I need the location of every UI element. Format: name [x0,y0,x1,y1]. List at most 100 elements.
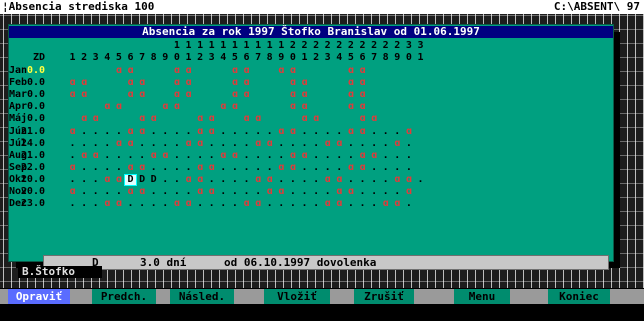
day-cell[interactable]: . [79,162,90,173]
day-cell[interactable]: . [90,187,101,197]
day-cell[interactable]: . [206,138,217,149]
day-cell[interactable]: . [253,126,264,137]
day-cell[interactable]: ɑ [369,114,380,124]
day-cell[interactable]: . [380,138,391,149]
day-cell[interactable]: ɑ [79,150,90,161]
day-cell[interactable]: . [253,162,264,173]
day-cell[interactable]: . [357,199,368,209]
day-cell[interactable]: ɑ [357,150,368,161]
day-cell[interactable]: . [102,150,113,161]
day-cell[interactable]: ɑ [380,199,391,209]
day-cell[interactable]: ɑ [253,114,264,124]
day-cell[interactable]: . [299,174,310,185]
day-cell[interactable]: . [183,187,194,197]
day-cell[interactable]: ɑ [137,114,148,124]
day-cell[interactable]: . [148,199,159,209]
day-cell[interactable]: . [160,162,171,173]
day-cell[interactable]: ɑ [345,162,356,173]
day-cell[interactable]: ɑ [137,162,148,173]
day-cell[interactable]: . [392,162,403,173]
day-cell[interactable]: ɑ [276,162,287,173]
day-cell[interactable]: . [160,138,171,149]
day-cell[interactable]: ɑ [195,174,206,185]
day-cell[interactable]: ɑ [125,162,136,173]
day-cell[interactable]: ɑ [195,126,206,137]
day-cell[interactable]: . [90,174,101,185]
day-cell[interactable]: ɑ [67,78,78,88]
day-cell[interactable]: ɑ [125,187,136,197]
day-cell[interactable]: . [345,174,356,185]
day-cell[interactable]: ɑ [287,78,298,88]
day-cell[interactable]: ɑ [345,90,356,100]
day-cell[interactable]: ɑ [79,114,90,124]
day-cell[interactable]: ɑ [241,90,252,100]
day-cell[interactable]: ɑ [113,138,124,149]
day-cell[interactable]: . [241,174,252,185]
day-cell[interactable]: ɑ [171,78,182,88]
function-button-nsled[interactable]: Násled. [170,289,234,304]
day-cell[interactable]: ɑ [125,126,136,137]
day-cell[interactable]: . [311,150,322,161]
day-cell[interactable]: . [334,162,345,173]
day-cell[interactable]: . [137,150,148,161]
day-cell[interactable]: ɑ [218,102,229,112]
day-cell[interactable]: ɑ [229,90,240,100]
day-cell[interactable]: ɑ [229,78,240,88]
day-cell[interactable]: . [102,187,113,197]
day-cell[interactable]: . [287,199,298,209]
day-cell[interactable]: . [160,174,171,185]
day-cell[interactable]: ɑ [206,187,217,197]
day-cell[interactable]: ɑ [67,126,78,137]
day-cell[interactable]: . [171,138,182,149]
day-cell[interactable]: . [229,138,240,149]
day-cell[interactable]: ɑ [299,90,310,100]
day-cell[interactable]: . [102,138,113,149]
day-cell[interactable]: . [322,150,333,161]
day-cell[interactable]: . [113,126,124,137]
day-cell[interactable]: ɑ [67,90,78,100]
day-cell[interactable]: . [125,199,136,209]
day-cell[interactable]: . [369,199,380,209]
day-cell[interactable]: . [357,174,368,185]
day-cell[interactable]: D [137,174,148,185]
day-cell[interactable]: . [171,162,182,173]
day-cell[interactable]: . [102,162,113,173]
day-cell[interactable]: ɑ [195,114,206,124]
day-cell[interactable]: ɑ [90,150,101,161]
day-cell[interactable]: . [380,162,391,173]
day-cell[interactable]: . [195,199,206,209]
day-cell[interactable]: . [67,199,78,209]
day-cell[interactable]: ɑ [137,126,148,137]
day-cell[interactable]: ɑ [287,150,298,161]
day-cell[interactable]: . [276,174,287,185]
day-cell[interactable]: . [299,187,310,197]
day-cell[interactable]: ɑ [171,102,182,112]
day-cell[interactable]: . [206,199,217,209]
day-cell[interactable]: . [218,174,229,185]
day-cell[interactable]: . [79,174,90,185]
day-cell[interactable]: ɑ [264,187,275,197]
day-cell[interactable]: . [183,126,194,137]
day-cell[interactable]: ɑ [67,187,78,197]
day-cell[interactable]: . [171,174,182,185]
day-cell[interactable]: ɑ [183,138,194,149]
day-cell[interactable]: ɑ [357,162,368,173]
function-button-opravi[interactable]: Opraviť [8,289,70,304]
day-cell[interactable]: ɑ [345,66,356,76]
day-cell[interactable]: . [137,199,148,209]
day-cell[interactable]: . [218,138,229,149]
day-cell[interactable]: ɑ [183,90,194,100]
function-button-zrui[interactable]: Zrušiť [354,289,414,304]
day-cell[interactable]: . [311,138,322,149]
day-cell[interactable]: . [229,126,240,137]
day-cell[interactable]: . [311,126,322,137]
day-cell[interactable]: . [369,126,380,137]
day-cell[interactable]: . [311,162,322,173]
day-cell[interactable]: ɑ [345,187,356,197]
day-cell[interactable]: . [357,138,368,149]
day-cell[interactable]: . [369,187,380,197]
day-cell[interactable]: ɑ [206,114,217,124]
day-cell[interactable]: . [218,187,229,197]
day-cell[interactable]: . [241,150,252,161]
day-cell[interactable]: ɑ [125,138,136,149]
